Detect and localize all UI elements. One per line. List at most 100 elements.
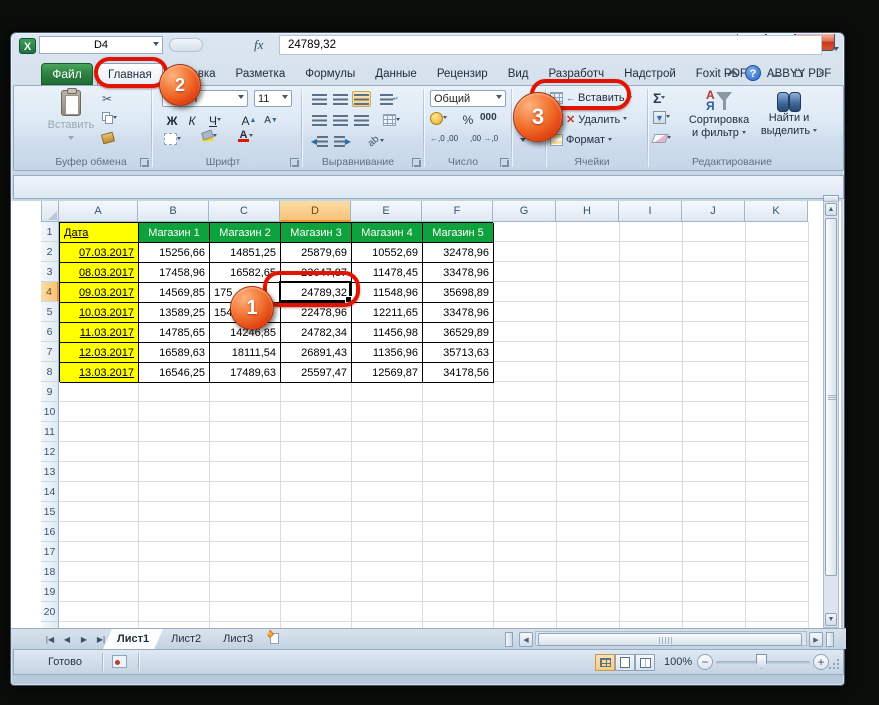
align-left-button[interactable] <box>310 112 329 128</box>
row-header-1[interactable]: 1 <box>41 222 59 242</box>
clear-button[interactable] <box>653 134 671 143</box>
workbook-minimize-button[interactable] <box>767 66 784 80</box>
view-page-break-button[interactable] <box>635 654 655 671</box>
cell[interactable]: 25597,47 <box>281 363 352 383</box>
number-format-combobox[interactable]: Общий <box>430 90 506 107</box>
cell[interactable]: 17489,63 <box>210 363 281 383</box>
column-header-F[interactable]: F <box>422 201 493 222</box>
cell[interactable]: 08.03.2017 <box>60 263 139 283</box>
cell[interactable]: 36529,89 <box>423 323 494 343</box>
row-header-19[interactable]: 19 <box>41 582 59 602</box>
cell[interactable]: 11548,96 <box>352 283 423 303</box>
cell[interactable]: 12211,65 <box>352 303 423 323</box>
cell[interactable]: 09.03.2017 <box>60 283 139 303</box>
header-cell-Магазин 4[interactable]: Магазин 4 <box>352 223 423 243</box>
cell[interactable]: 33478,96 <box>423 303 494 323</box>
cell[interactable]: 13.03.2017 <box>60 363 139 383</box>
align-center-button[interactable] <box>331 112 350 128</box>
cell[interactable]: 10552,69 <box>352 243 423 263</box>
header-cell-Магазин 1[interactable]: Магазин 1 <box>139 223 210 243</box>
tab-данные[interactable]: Данные <box>365 63 427 85</box>
fill-button[interactable]: ▼ <box>653 111 670 124</box>
horizontal-scroll-thumb[interactable] <box>538 633 802 646</box>
column-header-A[interactable]: A <box>59 201 138 222</box>
cell[interactable]: 12.03.2017 <box>60 343 139 363</box>
find-select-button[interactable]: Найти ивыделить <box>758 90 820 138</box>
format-cells-button[interactable]: Формат <box>550 134 612 146</box>
cell[interactable]: 14569,85 <box>139 283 210 303</box>
workbook-close-button[interactable]: ✕ <box>813 66 830 80</box>
grow-font-button[interactable]: А▲ <box>240 112 258 129</box>
comma-style-button[interactable]: 000 <box>480 112 497 123</box>
cell[interactable]: 11.03.2017 <box>60 323 139 343</box>
cell[interactable]: 07.03.2017 <box>60 243 139 263</box>
row-header-17[interactable]: 17 <box>41 542 59 562</box>
row-header-5[interactable]: 5 <box>41 302 59 322</box>
cell[interactable]: 26891,43 <box>281 343 352 363</box>
merge-center-button[interactable] <box>378 112 404 128</box>
horizontal-scrollbar[interactable] <box>535 631 807 646</box>
bold-button[interactable]: Ж <box>164 112 180 129</box>
align-right-button[interactable] <box>352 112 371 128</box>
header-cell-Магазин 2[interactable]: Магазин 2 <box>210 223 281 243</box>
expand-formula-bar-button[interactable] <box>833 42 839 60</box>
tab-вид[interactable]: Вид <box>498 63 539 85</box>
wrap-text-button[interactable]: ↵ <box>378 91 400 107</box>
tab-split-handle[interactable] <box>505 632 513 647</box>
cell[interactable]: 24782,34 <box>281 323 352 343</box>
font-color-button[interactable]: А <box>238 130 253 142</box>
row-header-16[interactable]: 16 <box>41 522 59 542</box>
row-header-2[interactable]: 2 <box>41 242 59 262</box>
header-cell-Магазин 5[interactable]: Магазин 5 <box>423 223 494 243</box>
tab-формулы[interactable]: Формулы <box>295 63 365 85</box>
accounting-format-button[interactable] <box>430 112 447 125</box>
number-dialog-launcher[interactable] <box>500 158 509 167</box>
cell[interactable]: 10.03.2017 <box>60 303 139 323</box>
vertical-scroll-thumb[interactable] <box>825 218 837 576</box>
scroll-left-button[interactable]: ◀ <box>519 632 533 647</box>
row-header-18[interactable]: 18 <box>41 562 59 582</box>
row-header-11[interactable]: 11 <box>41 422 59 442</box>
scroll-down-button[interactable]: ▼ <box>825 613 837 626</box>
paste-button[interactable]: Вставить <box>46 90 96 152</box>
cell[interactable]: 13589,25 <box>139 303 210 323</box>
column-header-D[interactable]: D <box>280 201 351 222</box>
cell[interactable]: 11478,45 <box>352 263 423 283</box>
fill-color-button[interactable] <box>202 131 217 141</box>
cell[interactable]: 17458,96 <box>139 263 210 283</box>
cell[interactable]: 25879,69 <box>281 243 352 263</box>
cell[interactable]: 34178,56 <box>423 363 494 383</box>
sheet-tab-Лист1[interactable]: Лист1 <box>103 629 163 649</box>
row-header-20[interactable]: 20 <box>41 602 59 622</box>
zoom-in-button[interactable]: + <box>813 654 829 670</box>
alignment-dialog-launcher[interactable] <box>412 158 421 167</box>
row-header-6[interactable]: 6 <box>41 322 59 342</box>
formula-input[interactable]: 24789,32 <box>279 35 822 55</box>
column-header-C[interactable]: C <box>209 201 280 222</box>
horizontal-split-handle[interactable] <box>826 632 834 647</box>
sheet-tab-Лист2[interactable]: Лист2 <box>157 629 215 649</box>
workbook-restore-button[interactable] <box>790 66 807 80</box>
orientation-button[interactable]: ab <box>364 133 388 149</box>
insert-function-button[interactable]: fx <box>254 37 263 53</box>
sheet-tab-Лист3[interactable]: Лист3 <box>209 629 267 649</box>
collapse-ribbon-button[interactable] <box>731 69 739 77</box>
select-all-corner[interactable] <box>41 201 59 222</box>
shrink-font-button[interactable]: А▼ <box>262 112 280 129</box>
next-sheet-button[interactable]: ▶ <box>77 632 91 646</box>
format-painter-button[interactable] <box>102 133 114 143</box>
help-button[interactable]: ? <box>745 65 761 81</box>
cell[interactable]: 32478,96 <box>423 243 494 263</box>
column-header-B[interactable]: B <box>138 201 209 222</box>
zoom-level[interactable]: 100% <box>664 656 692 668</box>
row-header-3[interactable]: 3 <box>41 262 59 282</box>
row-header-4[interactable]: 4 <box>41 282 59 302</box>
column-header-G[interactable]: G <box>493 201 556 222</box>
copy-button[interactable] <box>102 112 117 124</box>
row-header-12[interactable]: 12 <box>41 442 59 462</box>
align-top-button[interactable] <box>310 91 329 107</box>
zoom-slider-thumb[interactable] <box>756 654 767 669</box>
align-middle-button[interactable] <box>331 91 350 107</box>
row-header-14[interactable]: 14 <box>41 482 59 502</box>
row-header-10[interactable]: 10 <box>41 402 59 422</box>
